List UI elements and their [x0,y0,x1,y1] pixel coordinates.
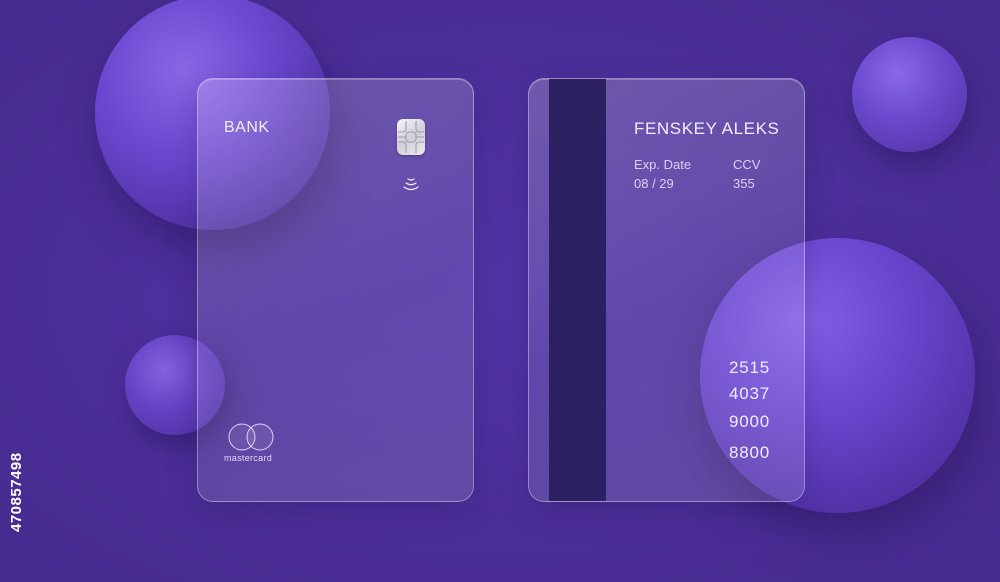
background-scene: BANK mastercard FENSKEY ALEKS Exp. Date … [0,0,1000,582]
card-number-group: 2515 [729,358,771,377]
mastercard-circles-icon [228,423,274,451]
card-number-group: 8800 [729,443,771,462]
ccv-value: 355 [733,176,755,191]
decorative-sphere [852,37,967,152]
card-number-group: 9000 [729,412,771,431]
network-name: mastercard [224,453,273,463]
bank-label: BANK [224,119,270,136]
card-front: BANK mastercard [197,78,474,502]
cardholder-name: FENSKEY ALEKS [634,119,780,138]
emv-chip-icon [397,119,425,155]
image-id-label: 470857498 [8,452,25,532]
exp-date-label: Exp. Date [634,157,692,172]
magnetic-stripe [549,79,606,501]
card-back: FENSKEY ALEKS Exp. Date 08 / 29 CCV 355 … [528,78,805,502]
ccv-label: CCV [733,157,761,172]
contactless-icon [403,178,419,191]
exp-date-value: 08 / 29 [634,176,674,191]
card-number-group: 4037 [729,384,771,403]
